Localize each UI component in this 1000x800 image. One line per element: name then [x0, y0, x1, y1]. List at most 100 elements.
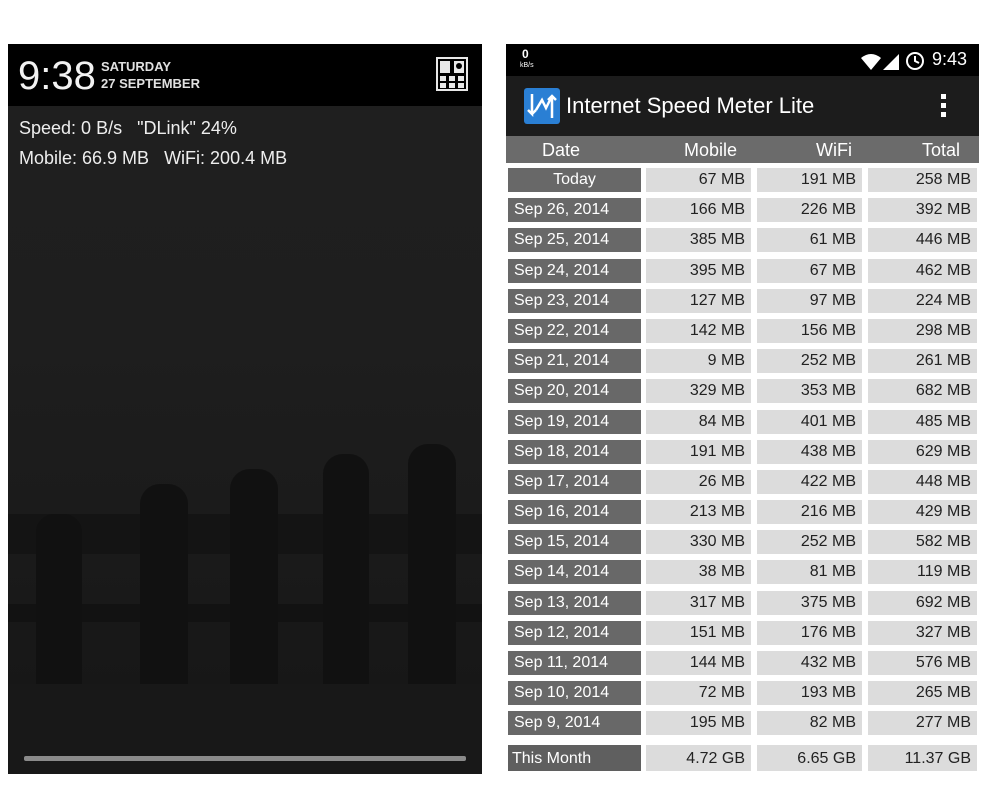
table-row[interactable]: Sep 16, 2014 213 MB 216 MB 429 MB [506, 497, 979, 527]
row-wifi: 375 MB [757, 590, 862, 615]
row-wifi: 216 MB [757, 500, 862, 525]
row-total: 224 MB [868, 288, 977, 313]
table-row[interactable]: Sep 21, 2014 9 MB 252 MB 261 MB [506, 346, 979, 376]
month-summary-row[interactable]: This Month 4.72 GB 6.65 GB 11.37 GB [506, 742, 979, 774]
row-total: 265 MB [868, 681, 977, 706]
row-wifi: 353 MB [757, 379, 862, 404]
table-row[interactable]: Sep 19, 2014 84 MB 401 MB 485 MB [506, 407, 979, 437]
clock-time: 9:38 [18, 54, 96, 98]
table-row[interactable]: Sep 9, 2014 195 MB 82 MB 277 MB [506, 708, 979, 738]
row-wifi: 97 MB [757, 288, 862, 313]
status-icons [861, 52, 924, 70]
row-date: Sep 16, 2014 [508, 500, 641, 525]
table-row[interactable]: Sep 13, 2014 317 MB 375 MB 692 MB [506, 588, 979, 618]
row-wifi: 191 MB [757, 168, 862, 192]
row-mobile: 213 MB [646, 500, 751, 525]
app-title: Internet Speed Meter Lite [566, 93, 815, 118]
row-date: Sep 26, 2014 [508, 198, 641, 223]
table-row[interactable]: Sep 17, 2014 26 MB 422 MB 448 MB [506, 467, 979, 497]
row-wifi: 176 MB [757, 620, 862, 645]
row-date: Today [508, 168, 641, 192]
row-date: Sep 12, 2014 [508, 620, 641, 645]
status-bar: 0 kB/s 9:43 [506, 44, 979, 76]
row-date: Sep 10, 2014 [508, 681, 641, 706]
wifi-icon [861, 54, 881, 70]
row-wifi: 438 MB [757, 439, 862, 464]
summary-label: This Month [508, 745, 641, 771]
row-wifi: 422 MB [757, 469, 862, 494]
row-date: Sep 17, 2014 [508, 469, 641, 494]
status-time: 9:43 [932, 49, 968, 69]
table-row[interactable]: Sep 25, 2014 385 MB 61 MB 446 MB [506, 225, 979, 255]
table-row[interactable]: Sep 26, 2014 166 MB 226 MB 392 MB [506, 195, 979, 225]
table-row[interactable]: Sep 22, 2014 142 MB 156 MB 298 MB [506, 316, 979, 346]
notification-header: 9:38 SATURDAY 27 SEPTEMBER [8, 44, 482, 106]
row-total: 298 MB [868, 318, 977, 343]
row-mobile: 385 MB [646, 228, 751, 253]
row-date: Sep 19, 2014 [508, 409, 641, 434]
row-wifi: 252 MB [757, 349, 862, 374]
speed-meter-notification[interactable]: Speed: 0 B/s "DLink" 24% Mobile: 66.9 MB… [8, 106, 482, 188]
app-screen: 0 kB/s 9:43 Internet Speed Meter Lite Da… [506, 44, 979, 780]
row-mobile: 166 MB [646, 198, 751, 223]
row-mobile: 330 MB [646, 530, 751, 555]
row-total: 576 MB [868, 651, 977, 675]
row-mobile: 127 MB [646, 288, 751, 313]
row-date: Sep 24, 2014 [508, 258, 641, 283]
row-mobile: 195 MB [646, 711, 751, 736]
row-total: 119 MB [868, 560, 977, 585]
row-total: 682 MB [868, 379, 977, 404]
table-row[interactable]: Today 67 MB 191 MB 258 MB [506, 165, 979, 195]
row-mobile: 38 MB [646, 560, 751, 585]
table-row[interactable]: Sep 23, 2014 127 MB 97 MB 224 MB [506, 286, 979, 316]
table-row[interactable]: Sep 20, 2014 329 MB 353 MB 682 MB [506, 376, 979, 406]
row-total: 446 MB [868, 228, 977, 253]
row-mobile: 191 MB [646, 439, 751, 464]
table-row[interactable]: Sep 15, 2014 330 MB 252 MB 582 MB [506, 527, 979, 557]
row-date: Sep 18, 2014 [508, 439, 641, 464]
clock-day: SATURDAY [101, 59, 172, 74]
row-wifi: 252 MB [757, 530, 862, 555]
table-row[interactable]: Sep 18, 2014 191 MB 438 MB 629 MB [506, 437, 979, 467]
row-date: Sep 13, 2014 [508, 590, 641, 615]
summary-mobile: 4.72 GB [646, 745, 751, 771]
row-date: Sep 11, 2014 [508, 651, 641, 675]
speed-arrows-icon[interactable] [524, 88, 560, 124]
notification-speed-text: Speed: 0 B/s "DLink" 24% [19, 118, 237, 138]
row-total: 261 MB [868, 349, 977, 374]
row-date: Sep 15, 2014 [508, 530, 641, 555]
table-row[interactable]: Sep 12, 2014 151 MB 176 MB 327 MB [506, 618, 979, 648]
row-mobile: 317 MB [646, 590, 751, 615]
row-wifi: 226 MB [757, 198, 862, 223]
column-header-wifi[interactable]: WiFi [816, 139, 852, 161]
status-speed-value: 0 [522, 47, 529, 61]
row-wifi: 67 MB [757, 258, 862, 283]
table-row[interactable]: Sep 24, 2014 395 MB 67 MB 462 MB [506, 256, 979, 286]
shade-drag-handle[interactable] [24, 756, 466, 761]
row-mobile: 142 MB [646, 318, 751, 343]
summary-wifi: 6.65 GB [757, 745, 862, 771]
row-mobile: 72 MB [646, 681, 751, 706]
row-date: Sep 25, 2014 [508, 228, 641, 253]
row-wifi: 193 MB [757, 681, 862, 706]
row-mobile: 84 MB [646, 409, 751, 434]
row-total: 629 MB [868, 439, 977, 464]
row-wifi: 156 MB [757, 318, 862, 343]
column-header-total[interactable]: Total [922, 139, 960, 161]
row-total: 582 MB [868, 530, 977, 555]
usage-table-body[interactable]: Today 67 MB 191 MB 258 MB Sep 26, 2014 1… [506, 165, 979, 741]
row-wifi: 401 MB [757, 409, 862, 434]
row-date: Sep 23, 2014 [508, 288, 641, 313]
table-row[interactable]: Sep 11, 2014 144 MB 432 MB 576 MB [506, 648, 979, 678]
column-header-mobile[interactable]: Mobile [684, 139, 737, 161]
row-mobile: 329 MB [646, 379, 751, 404]
table-row[interactable]: Sep 10, 2014 72 MB 193 MB 265 MB [506, 678, 979, 708]
column-header-date[interactable]: Date [542, 139, 580, 161]
summary-total: 11.37 GB [868, 745, 977, 771]
row-mobile: 395 MB [646, 258, 751, 283]
overflow-menu-icon[interactable] [932, 88, 956, 124]
table-row[interactable]: Sep 14, 2014 38 MB 81 MB 119 MB [506, 557, 979, 587]
quick-settings-icon[interactable] [436, 57, 468, 91]
notification-shade-screen: 9:38 SATURDAY 27 SEPTEMBER Speed: 0 B/s … [8, 44, 482, 774]
notification-usage-text: Mobile: 66.9 MB WiFi: 200.4 MB [19, 148, 288, 168]
